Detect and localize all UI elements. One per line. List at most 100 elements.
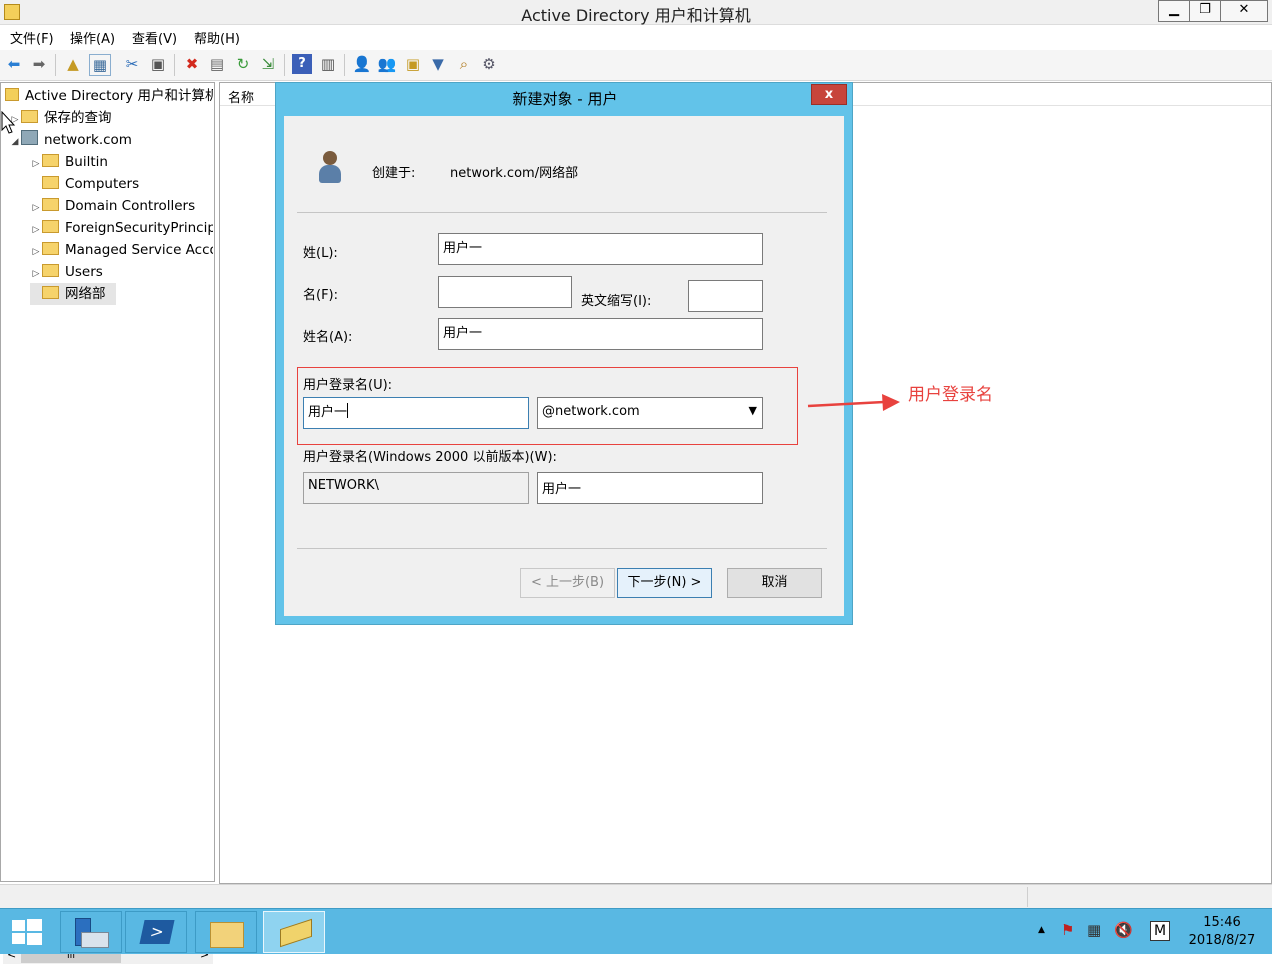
back-arrow-icon[interactable]: ⬅ xyxy=(4,54,24,74)
last-name-label: 姓(L): xyxy=(303,246,338,261)
export-list-icon[interactable]: ⇲ xyxy=(258,54,278,74)
file-explorer-taskbar-button[interactable] xyxy=(195,911,257,953)
folder-icon xyxy=(42,242,59,255)
title-bar: Active Directory 用户和计算机 ▁ ❐ ✕ xyxy=(0,0,1272,25)
legacy-logon-label: 用户登录名(Windows 2000 以前版本)(W): xyxy=(303,450,557,465)
tree-item-managed-service-accounts[interactable]: ▷Managed Service Accounts xyxy=(30,239,213,261)
up-folder-icon[interactable]: ▲ xyxy=(63,54,83,74)
tree-item-users[interactable]: ▷ Users xyxy=(30,261,213,283)
expand-arrow-icon[interactable]: ▷ xyxy=(30,153,42,173)
toolbar-separator xyxy=(55,54,56,76)
column-name-header[interactable]: 名称 xyxy=(228,87,254,106)
dialog-close-button[interactable]: x xyxy=(811,84,847,105)
delete-icon[interactable]: ✖ xyxy=(182,54,202,74)
tree-item-domain-controllers[interactable]: ▷ Domain Controllers xyxy=(30,195,213,217)
back-button[interactable]: < 上一步(B) xyxy=(520,568,615,598)
folder-icon xyxy=(42,220,59,233)
toolbar: ⬅ ➡ ▲ ▦ ✂ ▣ ✖ ▤ ↻ ⇲ ? ▥ 👤 👥 ▣ ▼ ⌕ ⚙ xyxy=(0,50,1272,81)
folder-icon xyxy=(21,110,38,123)
action-pane-icon[interactable]: ▥ xyxy=(318,54,338,74)
menu-action[interactable]: 操作(A) xyxy=(70,28,115,47)
full-name-field[interactable]: 用户一 xyxy=(438,318,763,350)
tree-item-saved-queries[interactable]: ▷ 保存的查询 xyxy=(9,107,213,129)
refresh-icon[interactable]: ↻ xyxy=(233,54,253,74)
toolbar-separator xyxy=(344,54,345,76)
first-name-field[interactable] xyxy=(438,276,572,308)
clock-time: 15:46 xyxy=(1203,915,1241,930)
folder-icon xyxy=(42,176,59,189)
tree-item-builtin[interactable]: ▷ Builtin xyxy=(30,151,213,173)
filter-icon[interactable]: ▼ xyxy=(428,54,448,74)
toolbar-separator xyxy=(284,54,285,76)
tree-item-domain[interactable]: ◢ network.com xyxy=(9,129,213,151)
find-icon[interactable]: ⌕ xyxy=(454,54,474,74)
last-name-field[interactable]: 用户一 xyxy=(438,233,763,265)
expand-arrow-icon[interactable]: ▷ xyxy=(30,241,42,261)
tree-item-network-dept[interactable]: 网络部 xyxy=(30,283,116,305)
copy-icon[interactable]: ▣ xyxy=(148,54,168,74)
new-group-icon[interactable]: 👥 xyxy=(377,54,397,74)
new-user-icon[interactable]: 👤 xyxy=(352,54,372,74)
expand-arrow-icon[interactable]: ▷ xyxy=(30,219,42,239)
cut-icon[interactable]: ✂ xyxy=(122,54,142,74)
taskbar: > ▲ ⚑ ▦ 🔇 M 15:46 2018/8/27 xyxy=(0,908,1272,954)
status-bar xyxy=(0,884,1272,909)
dialog-title: 新建对象 - 用户 xyxy=(512,90,618,108)
domain-icon xyxy=(21,130,38,145)
action-center-flag-icon[interactable]: ⚑ xyxy=(1061,921,1074,939)
next-button[interactable]: 下一步(N) > xyxy=(617,568,712,598)
network-icon[interactable]: ▦ xyxy=(1087,921,1101,939)
dialog-body: 创建于: network.com/网络部 姓(L): 用户一 名(F): 英文缩… xyxy=(284,116,844,616)
close-button[interactable]: ✕ xyxy=(1220,0,1268,22)
help-icon[interactable]: ? xyxy=(292,54,312,74)
console-tree: Active Directory 用户和计算机 ▷ 保存的查询 ◢ network.… xyxy=(0,82,215,964)
server-manager-taskbar-button[interactable] xyxy=(60,911,122,953)
legacy-logon-field[interactable]: 用户一 xyxy=(537,472,763,504)
tree-root[interactable]: Active Directory 用户和计算机 xyxy=(5,85,213,107)
folder-icon xyxy=(42,154,59,167)
annotation-label: 用户登录名 xyxy=(908,385,993,405)
window-title: Active Directory 用户和计算机 xyxy=(521,6,751,25)
minimize-button[interactable]: ▁ xyxy=(1158,0,1190,22)
folder-icon xyxy=(210,922,244,948)
clock[interactable]: 15:46 2018/8/27 xyxy=(1186,914,1258,950)
menu-view[interactable]: 查看(V) xyxy=(132,28,177,47)
status-divider xyxy=(1027,887,1028,907)
forward-arrow-icon[interactable]: ➡ xyxy=(29,54,49,74)
legacy-domain-field: NETWORK\ xyxy=(303,472,529,504)
menu-help[interactable]: 帮助(H) xyxy=(194,28,240,47)
volume-muted-icon[interactable]: 🔇 xyxy=(1114,921,1133,939)
add-to-group-icon[interactable]: ⚙ xyxy=(479,54,499,74)
aduc-taskbar-button[interactable] xyxy=(263,911,325,953)
mouse-cursor-icon xyxy=(1,111,16,134)
new-ou-icon[interactable]: ▣ xyxy=(403,54,423,74)
new-user-dialog: 新建对象 - 用户 x 创建于: network.com/网络部 姓(L): 用… xyxy=(275,82,853,625)
separator xyxy=(297,212,827,213)
aduc-icon xyxy=(280,918,312,948)
toolbar-separator xyxy=(174,54,175,76)
menu-file[interactable]: 文件(F) xyxy=(10,28,54,47)
input-method-indicator[interactable]: M xyxy=(1150,921,1170,941)
first-name-label: 名(F): xyxy=(303,288,339,303)
user-icon xyxy=(319,151,341,185)
cancel-button[interactable]: 取消 xyxy=(727,568,822,598)
initials-field[interactable] xyxy=(688,280,763,312)
powershell-taskbar-button[interactable]: > xyxy=(125,911,187,953)
show-console-tree-icon[interactable]: ▦ xyxy=(89,54,111,76)
start-windows-icon[interactable] xyxy=(12,919,42,945)
separator xyxy=(297,548,827,549)
expand-arrow-icon[interactable]: ▷ xyxy=(30,263,42,283)
full-name-label: 姓名(A): xyxy=(303,330,353,345)
annotation-highlight-box xyxy=(297,367,798,445)
properties-icon[interactable]: ▤ xyxy=(207,54,227,74)
expand-arrow-icon[interactable]: ▷ xyxy=(30,197,42,217)
folder-icon xyxy=(42,264,59,277)
show-hidden-icons-icon[interactable]: ▲ xyxy=(1038,925,1045,935)
created-in-value: network.com/网络部 xyxy=(450,166,579,181)
menu-bar: 文件(F) 操作(A) 查看(V) 帮助(H) xyxy=(0,25,1272,48)
tree-item-foreign-security-principals[interactable]: ▷ForeignSecurityPrincipals xyxy=(30,217,213,239)
annotation-arrow-icon xyxy=(807,394,900,411)
maximize-button[interactable]: ❐ xyxy=(1189,0,1221,22)
tree-item-computers[interactable]: Computers xyxy=(30,173,213,195)
created-in-label: 创建于: xyxy=(372,166,416,181)
